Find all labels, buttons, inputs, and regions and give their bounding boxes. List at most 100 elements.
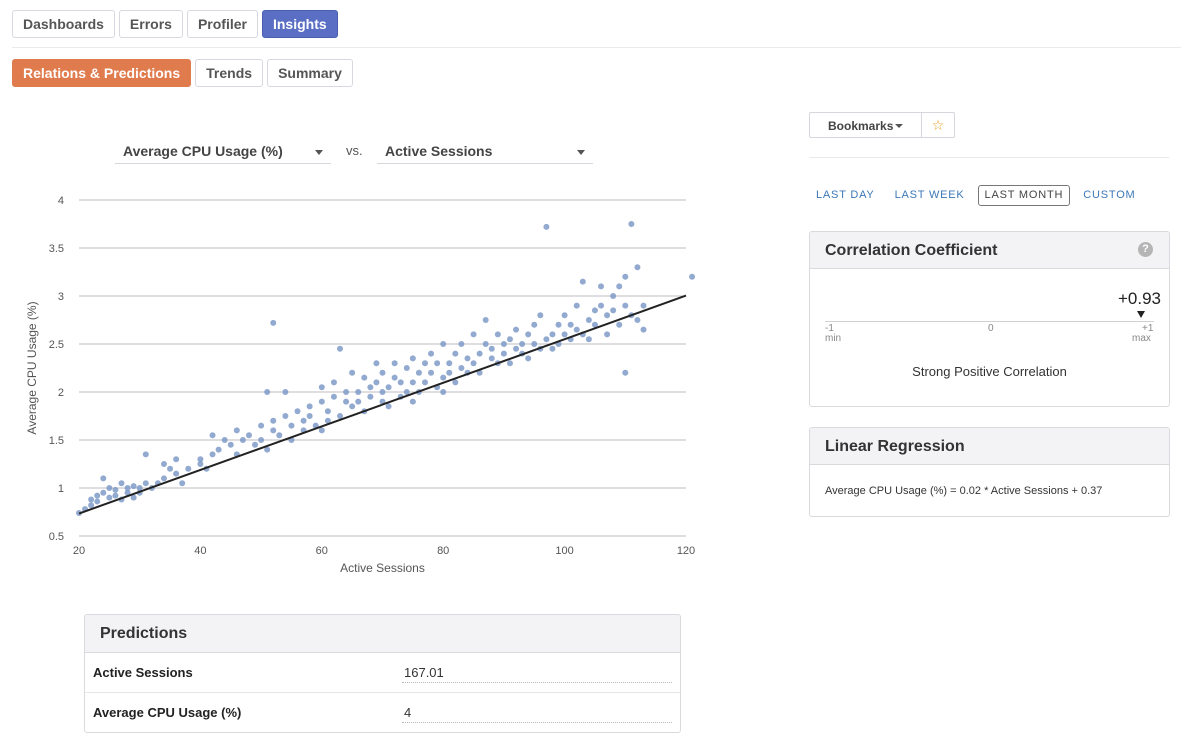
prediction-row: Average CPU Usage (%) 4 — [85, 693, 680, 732]
correlation-description: Strong Positive Correlation — [912, 364, 1067, 379]
data-point — [537, 312, 544, 319]
scatter-chart: 0.5 1 1.5 2 2.5 3 3.5 4 20 40 60 80 100 120 Active Ses… — [0, 180, 700, 585]
data-point — [367, 393, 374, 400]
chevron-down-icon — [577, 150, 585, 155]
data-point — [367, 384, 374, 391]
data-point — [330, 379, 337, 386]
data-point — [434, 360, 441, 367]
scale-max-label: max — [1132, 333, 1151, 344]
data-point — [209, 432, 216, 439]
tab-insights[interactable]: Insights — [261, 10, 338, 38]
data-point — [379, 389, 386, 395]
help-icon[interactable]: ? — [1138, 242, 1153, 257]
data-point — [373, 379, 380, 386]
tab-errors[interactable]: Errors — [118, 10, 183, 38]
data-point — [622, 302, 629, 309]
data-point — [543, 223, 550, 230]
data-point — [409, 355, 416, 362]
data-point — [391, 374, 398, 381]
data-point — [100, 475, 107, 482]
data-point — [88, 496, 95, 503]
tab-summary[interactable]: Summary — [267, 59, 353, 87]
regression-panel: Linear Regression Average CPU Usage (%) … — [809, 427, 1170, 517]
data-point — [343, 398, 350, 405]
prediction-x-label: Active Sessions — [93, 665, 193, 680]
data-point — [112, 492, 119, 499]
data-point — [227, 441, 234, 448]
data-point — [379, 369, 386, 376]
data-point — [476, 350, 483, 357]
data-point — [616, 321, 623, 328]
data-point — [270, 417, 277, 424]
y-tick-label: 3 — [58, 291, 64, 303]
data-point — [458, 365, 465, 371]
data-point — [604, 331, 611, 338]
data-point — [573, 302, 580, 309]
data-point — [100, 489, 107, 496]
x-tick-label: 60 — [316, 545, 328, 557]
x-tick-label: 20 — [73, 545, 85, 557]
tab-relations-predictions[interactable]: Relations & Predictions — [12, 59, 192, 87]
prediction-y-input[interactable]: 4 — [402, 703, 672, 723]
bookmarks-dropdown[interactable]: Bookmarks — [809, 112, 922, 138]
data-point — [585, 317, 592, 323]
data-point — [440, 341, 447, 347]
data-point — [513, 326, 520, 333]
data-point — [179, 480, 186, 487]
correlation-title-text: Correlation Coefficient — [825, 242, 998, 259]
data-point — [167, 465, 174, 472]
data-point — [440, 374, 447, 381]
tab-dashboards[interactable]: Dashboards — [12, 10, 115, 38]
time-range-selector: LAST DAY LAST WEEK LAST MONTH CUSTOM — [809, 185, 1143, 206]
trend-line — [78, 294, 687, 515]
data-point — [409, 398, 416, 405]
correlation-value: +0.93 — [1117, 289, 1161, 308]
data-point — [519, 341, 526, 347]
data-point — [634, 317, 641, 323]
data-point — [270, 427, 277, 434]
range-last-month[interactable]: LAST MONTH — [977, 185, 1071, 206]
data-point — [616, 283, 623, 290]
correlation-panel: Correlation Coefficient ? +0.93 -1 min 0… — [809, 231, 1170, 407]
data-point — [173, 456, 180, 463]
y-tick-label: 0.5 — [49, 531, 64, 543]
correlation-scale — [825, 321, 1154, 322]
data-point — [573, 326, 580, 333]
data-point — [464, 355, 471, 362]
data-point — [458, 341, 465, 347]
data-point — [561, 312, 568, 319]
data-point — [318, 384, 325, 391]
data-point — [142, 480, 149, 487]
data-point — [403, 365, 410, 371]
data-point — [185, 465, 192, 472]
range-last-week[interactable]: LAST WEEK — [888, 185, 972, 206]
data-point — [549, 331, 556, 338]
data-point — [531, 341, 538, 347]
tab-trends[interactable]: Trends — [195, 59, 264, 87]
data-point — [585, 336, 592, 343]
y-tick-label: 2 — [58, 387, 64, 399]
star-icon[interactable]: ☆ — [921, 112, 955, 138]
data-point — [373, 360, 380, 367]
data-point — [160, 475, 167, 482]
range-last-day[interactable]: LAST DAY — [809, 185, 882, 206]
y-metric-select[interactable]: Average CPU Usage (%) — [115, 138, 331, 164]
data-point — [500, 350, 507, 357]
range-custom[interactable]: CUSTOM — [1076, 185, 1142, 206]
data-point — [343, 389, 350, 395]
data-point — [640, 326, 647, 333]
y-tick-label: 2.5 — [49, 339, 64, 351]
data-point — [428, 369, 435, 376]
x-tick-label: 100 — [555, 545, 573, 557]
regression-title: Linear Regression — [810, 428, 1169, 465]
data-point — [440, 389, 447, 395]
data-point — [598, 283, 605, 290]
prediction-x-input[interactable]: 167.01 — [402, 663, 672, 683]
x-metric-select[interactable]: Active Sessions — [377, 138, 593, 164]
correlation-title: Correlation Coefficient ? — [810, 232, 1169, 269]
x-tick-label: 120 — [677, 545, 695, 557]
tab-profiler[interactable]: Profiler — [186, 10, 258, 38]
data-point — [94, 498, 101, 505]
data-point — [409, 379, 416, 386]
sub-tabs: Relations & Predictions Trends Summary — [12, 59, 353, 87]
